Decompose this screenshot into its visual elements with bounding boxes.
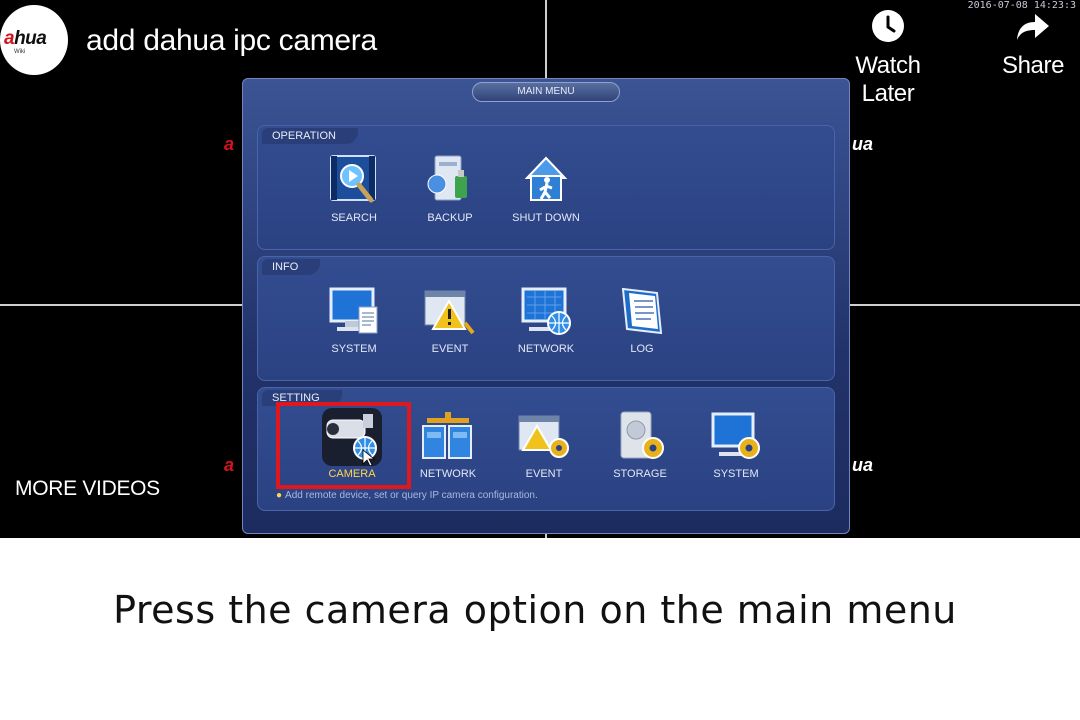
video-title[interactable]: add dahua ipc camera	[86, 24, 377, 58]
menu-item-info-event[interactable]: EVENT	[402, 283, 498, 355]
menu-item-setting-event[interactable]: EVENT	[496, 408, 592, 480]
item-label: SEARCH	[331, 212, 377, 224]
monitor-doc-icon	[325, 283, 383, 341]
warning-window-icon	[421, 283, 479, 341]
item-label: BACKUP	[427, 212, 473, 224]
log-book-icon	[613, 283, 671, 341]
film-search-icon	[325, 152, 383, 210]
channel-avatar[interactable]: ahua Wiki	[0, 5, 68, 75]
item-label: STORAGE	[613, 468, 667, 480]
item-label: CAMERA	[328, 468, 376, 480]
menu-item-shutdown[interactable]: SHUT DOWN	[498, 152, 594, 224]
menu-hint: ● Add remote device, set or query IP came…	[276, 490, 538, 501]
camera-globe-icon	[323, 408, 381, 467]
menu-item-backup[interactable]: BACKUP	[402, 152, 498, 224]
channel-watermark: a	[224, 134, 235, 154]
item-label: EVENT	[431, 343, 469, 355]
menu-item-setting-storage[interactable]: STORAGE	[592, 408, 688, 480]
menu-item-setting-network[interactable]: NETWORK	[400, 408, 496, 480]
menu-item-camera[interactable]: CAMERA	[304, 408, 400, 480]
item-label: SHUT DOWN	[512, 212, 580, 224]
channel-watermark: ua	[852, 455, 874, 475]
menu-title: MAIN MENU	[472, 82, 620, 102]
section-label: INFO	[262, 259, 321, 275]
item-label: LOG	[630, 343, 654, 355]
instruction-caption: Press the camera option on the main menu	[113, 588, 957, 632]
share-arrow-icon	[1017, 14, 1049, 40]
section-info: INFO SYSTEM EVENT NETWORK LOG	[257, 256, 835, 381]
menu-item-info-system[interactable]: SYSTEM	[306, 283, 402, 355]
hdd-gear-icon	[611, 408, 669, 466]
monitor-globe-icon	[517, 283, 575, 341]
brand-logo: ahua	[4, 28, 47, 49]
menu-item-search[interactable]: SEARCH	[306, 152, 402, 224]
channel-watermark: a	[224, 455, 235, 475]
brand-sub: Wiki	[14, 49, 26, 55]
exit-house-icon	[517, 152, 575, 210]
section-operation: OPERATION SEARCH BACKUP SHUT DOWN	[257, 125, 835, 250]
item-label: SYSTEM	[331, 343, 377, 355]
network-blocks-icon	[419, 408, 477, 466]
item-label: NETWORK	[419, 468, 477, 480]
share-button[interactable]: Share	[973, 8, 1080, 80]
clock-icon	[872, 10, 904, 42]
menu-item-setting-system[interactable]: SYSTEM	[688, 408, 784, 480]
channel-watermark: ua	[852, 134, 874, 154]
menu-item-info-log[interactable]: LOG	[594, 283, 690, 355]
menu-item-info-network[interactable]: NETWORK	[498, 283, 594, 355]
item-label: EVENT	[525, 468, 563, 480]
section-label: OPERATION	[262, 128, 358, 144]
hint-text: Add remote device, set or query IP camer…	[285, 490, 538, 501]
more-videos-link[interactable]: MORE VIDEOS	[15, 477, 160, 501]
hint-bulb-icon: ●	[276, 490, 283, 501]
item-label: NETWORK	[517, 343, 575, 355]
item-label: SYSTEM	[713, 468, 759, 480]
event-gear-icon	[515, 408, 573, 466]
share-label: Share	[1001, 52, 1065, 79]
monitor-gear-icon	[707, 408, 765, 466]
usb-backup-icon	[421, 152, 479, 210]
